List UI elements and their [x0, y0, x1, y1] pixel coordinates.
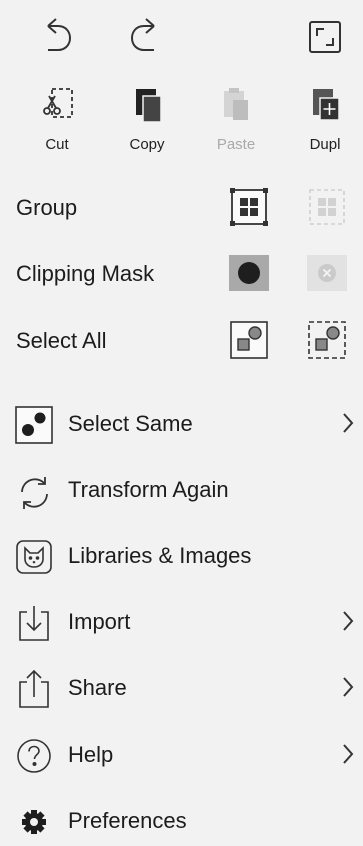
cut-tool[interactable]: Cut — [22, 86, 92, 156]
duplicate-tool[interactable]: Dupl — [290, 86, 360, 156]
transform-again-icon — [14, 471, 54, 511]
select-same-label: Select Same — [68, 411, 193, 436]
menu-item-libraries-images[interactable]: Libraries & Images — [0, 529, 363, 581]
select-same-icon — [14, 405, 54, 445]
cut-label: Cut — [45, 136, 69, 153]
menu-item-share[interactable]: Share — [0, 661, 363, 713]
deselect-icon[interactable] — [307, 320, 347, 360]
help-label: Help — [68, 742, 114, 767]
transform-again-label: Transform Again — [68, 477, 229, 502]
chevron-right-icon — [341, 742, 355, 766]
paste-label: Paste — [216, 136, 256, 153]
release-mask-icon[interactable] — [307, 255, 347, 291]
redo-icon[interactable] — [128, 16, 162, 56]
copy-tool[interactable]: Copy — [112, 86, 182, 156]
copy-icon — [128, 86, 166, 124]
group-icon[interactable] — [229, 187, 269, 227]
duplicate-label: Dupl — [309, 136, 341, 153]
chevron-right-icon — [341, 411, 355, 435]
gear-icon — [14, 802, 54, 842]
chevron-right-icon — [341, 675, 355, 699]
paste-icon — [217, 86, 255, 124]
duplicate-icon — [306, 86, 344, 124]
import-label: Import — [68, 609, 131, 634]
undo-icon[interactable] — [40, 16, 74, 56]
cut-icon — [38, 86, 76, 124]
help-icon — [14, 736, 54, 776]
menu-item-select-same[interactable]: Select Same — [0, 397, 363, 449]
preferences-label: Preferences — [68, 808, 187, 833]
menu-item-import[interactable]: Import — [0, 595, 363, 647]
paste-tool[interactable]: Paste — [201, 86, 271, 156]
fullscreen-icon[interactable] — [308, 20, 342, 54]
ungroup-icon[interactable] — [307, 187, 347, 227]
import-icon — [14, 603, 54, 643]
cat-icon — [14, 537, 54, 577]
clipping-mask-label: Clipping Mask — [16, 261, 155, 286]
clipping-mask-icon[interactable] — [229, 255, 269, 291]
group-label: Group — [16, 195, 78, 220]
copy-label: Copy — [129, 136, 165, 153]
menu-item-preferences[interactable]: Preferences — [0, 794, 363, 846]
share-label: Share — [68, 675, 127, 700]
menu-item-transform-again[interactable]: Transform Again — [0, 463, 363, 515]
chevron-right-icon — [341, 609, 355, 633]
share-icon — [14, 669, 54, 709]
libraries-images-label: Libraries & Images — [68, 543, 252, 568]
select-all-icon[interactable] — [229, 320, 269, 360]
menu-item-help[interactable]: Help — [0, 728, 363, 780]
select-all-label: Select All — [16, 328, 107, 353]
